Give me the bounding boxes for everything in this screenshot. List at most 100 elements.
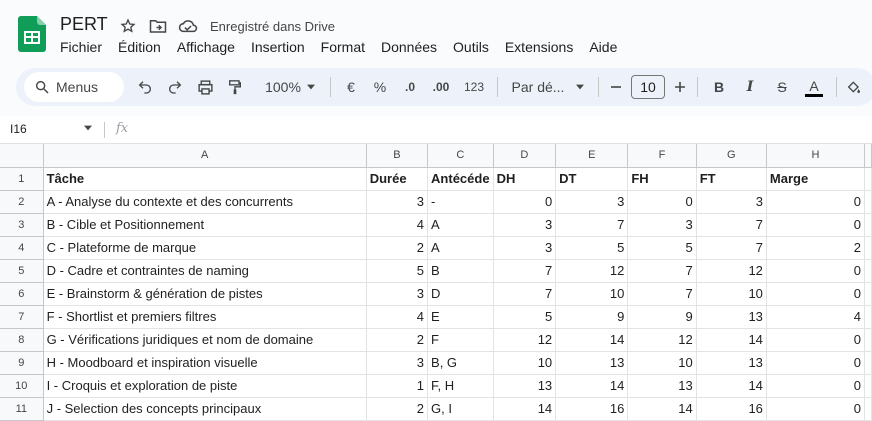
column-header[interactable]: B bbox=[366, 144, 429, 168]
row-number[interactable]: 10 bbox=[0, 374, 44, 398]
menu-extensions[interactable]: Extensions bbox=[505, 39, 581, 55]
move-folder-icon[interactable] bbox=[148, 16, 168, 36]
grid-cell[interactable]: 10 bbox=[696, 282, 767, 306]
row-number[interactable]: 8 bbox=[0, 328, 44, 352]
grid-cell[interactable]: 7 bbox=[627, 282, 697, 306]
menu-search[interactable]: Menus bbox=[24, 72, 124, 102]
grid-cell[interactable]: Marge bbox=[766, 167, 866, 191]
grid-cell[interactable]: B bbox=[427, 259, 494, 283]
grid-cell[interactable]: Tâche bbox=[43, 167, 367, 191]
grid-cell[interactable]: 4 bbox=[766, 305, 866, 329]
undo-button[interactable] bbox=[130, 73, 160, 101]
print-button[interactable] bbox=[190, 73, 220, 101]
grid-cell[interactable]: 0 bbox=[766, 374, 866, 398]
grid-cell[interactable]: 0 bbox=[766, 190, 866, 214]
italic-button[interactable]: I bbox=[734, 73, 766, 101]
grid-cell[interactable]: F bbox=[427, 328, 494, 352]
grid-cell[interactable]: 3 bbox=[555, 190, 629, 214]
grid-cell[interactable]: 14 bbox=[555, 328, 629, 352]
menu-format[interactable]: Format bbox=[321, 39, 373, 55]
grid-cell[interactable]: D - Cadre et contraintes de naming bbox=[43, 259, 367, 283]
column-header[interactable]: E bbox=[555, 144, 629, 168]
grid-cell[interactable] bbox=[864, 167, 872, 191]
grid-cell[interactable]: 12 bbox=[555, 259, 629, 283]
sheets-logo-icon[interactable] bbox=[18, 16, 46, 52]
row-number[interactable]: 1 bbox=[0, 167, 44, 191]
grid-cell[interactable]: C - Plateforme de marque bbox=[43, 236, 367, 260]
grid-cell[interactable]: A - Analyse du contexte et des concurren… bbox=[43, 190, 367, 214]
grid-cell[interactable] bbox=[864, 351, 872, 375]
column-header[interactable]: H bbox=[766, 144, 866, 168]
grid-cell[interactable]: 14 bbox=[627, 397, 697, 421]
grid-cell[interactable]: A bbox=[427, 236, 494, 260]
column-header[interactable]: A bbox=[43, 144, 367, 168]
grid-cell[interactable]: 7 bbox=[627, 259, 697, 283]
column-header[interactable]: F bbox=[627, 144, 697, 168]
grid-cell[interactable]: 13 bbox=[555, 351, 629, 375]
grid-cell[interactable]: 3 bbox=[366, 190, 429, 214]
grid-cell[interactable]: 5 bbox=[627, 236, 697, 260]
select-all-corner[interactable] bbox=[0, 144, 44, 168]
menu-aide[interactable]: Aide bbox=[589, 39, 625, 55]
menu-edition[interactable]: Édition bbox=[118, 39, 169, 55]
grid-cell[interactable]: 10 bbox=[627, 351, 697, 375]
text-color-button[interactable]: A bbox=[798, 73, 830, 101]
row-number[interactable]: 4 bbox=[0, 236, 44, 260]
grid-cell[interactable] bbox=[864, 190, 872, 214]
grid-cell[interactable]: H - Moodboard et inspiration visuelle bbox=[43, 351, 367, 375]
grid-cell[interactable]: 0 bbox=[766, 282, 866, 306]
grid-cell[interactable]: 12 bbox=[493, 328, 557, 352]
decrease-decimal-button[interactable]: .0 bbox=[395, 73, 425, 101]
font-size-field[interactable]: 10 bbox=[627, 73, 669, 101]
grid-cell[interactable]: 16 bbox=[555, 397, 629, 421]
bold-button[interactable]: B bbox=[704, 73, 734, 101]
grid-cell[interactable]: 10 bbox=[493, 351, 557, 375]
grid-cell[interactable] bbox=[864, 259, 872, 283]
column-header[interactable]: C bbox=[427, 144, 494, 168]
font-select[interactable]: Par dé... bbox=[504, 73, 592, 101]
grid-cell[interactable]: 2 bbox=[366, 397, 429, 421]
grid-cell[interactable]: 5 bbox=[555, 236, 629, 260]
menu-donnees[interactable]: Données bbox=[381, 39, 445, 55]
grid-cell[interactable]: G, I bbox=[427, 397, 494, 421]
grid-cell[interactable]: E - Brainstorm & génération de pistes bbox=[43, 282, 367, 306]
grid-cell[interactable]: D bbox=[427, 282, 494, 306]
grid-cell[interactable]: 3 bbox=[493, 236, 557, 260]
column-header[interactable]: D bbox=[493, 144, 557, 168]
grid-cell[interactable]: 16 bbox=[696, 397, 767, 421]
column-header[interactable]: G bbox=[696, 144, 767, 168]
grid-cell[interactable]: A bbox=[427, 213, 494, 237]
grid-cell[interactable]: 13 bbox=[493, 374, 557, 398]
menu-affichage[interactable]: Affichage bbox=[177, 39, 243, 55]
grid-cell[interactable]: 7 bbox=[493, 282, 557, 306]
grid-cell[interactable]: DT bbox=[555, 167, 629, 191]
zoom-select[interactable]: 100% bbox=[256, 73, 324, 101]
grid-cell[interactable] bbox=[864, 328, 872, 352]
grid-cell[interactable]: 0 bbox=[766, 351, 866, 375]
grid-cell[interactable]: J - Selection des concepts principaux bbox=[43, 397, 367, 421]
grid-cell[interactable]: Durée bbox=[366, 167, 429, 191]
grid-cell[interactable]: 3 bbox=[366, 351, 429, 375]
grid-cell[interactable]: 13 bbox=[696, 351, 767, 375]
cloud-saved-icon[interactable] bbox=[178, 16, 198, 36]
row-number[interactable]: 7 bbox=[0, 305, 44, 329]
grid-cell[interactable]: 10 bbox=[555, 282, 629, 306]
grid-cell[interactable]: 7 bbox=[493, 259, 557, 283]
strikethrough-button[interactable]: S bbox=[766, 73, 798, 101]
percent-format-button[interactable]: % bbox=[365, 73, 395, 101]
grid-cell[interactable]: 13 bbox=[696, 305, 767, 329]
grid-cell[interactable]: F, H bbox=[427, 374, 494, 398]
name-box[interactable]: I16 bbox=[10, 122, 27, 136]
grid-cell[interactable] bbox=[864, 305, 872, 329]
grid-cell[interactable]: 7 bbox=[696, 213, 767, 237]
row-number[interactable]: 11 bbox=[0, 397, 44, 421]
row-number[interactable]: 3 bbox=[0, 213, 44, 237]
currency-format-button[interactable]: € bbox=[337, 73, 365, 101]
grid-cell[interactable]: 12 bbox=[696, 259, 767, 283]
increase-decimal-button[interactable]: .00 bbox=[425, 73, 457, 101]
grid-cell[interactable]: 3 bbox=[493, 213, 557, 237]
menu-outils[interactable]: Outils bbox=[453, 39, 497, 55]
grid-cell[interactable] bbox=[864, 282, 872, 306]
fill-color-button[interactable] bbox=[843, 73, 865, 101]
grid-cell[interactable]: 3 bbox=[366, 282, 429, 306]
